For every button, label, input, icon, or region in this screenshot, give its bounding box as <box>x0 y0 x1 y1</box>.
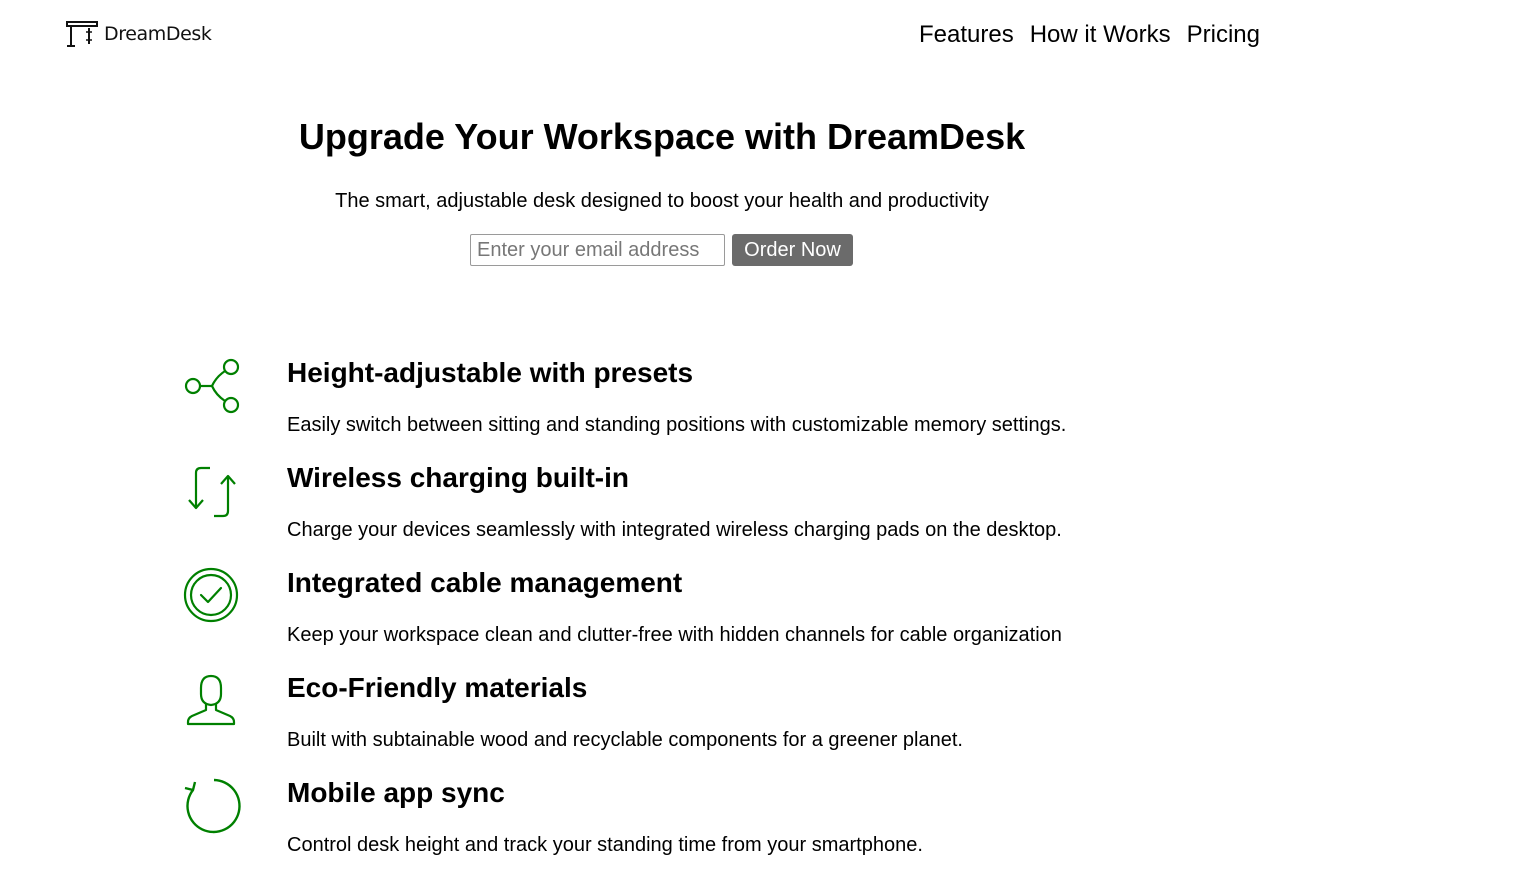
sync-arrows-icon <box>188 466 236 518</box>
nav-link-features[interactable]: Features <box>919 21 1014 49</box>
nav-link-pricing[interactable]: Pricing <box>1187 21 1260 49</box>
feature-description: Easily switch between sitting and standi… <box>287 414 1067 436</box>
site-header: DreamDesk Features How it Works Pricing <box>0 0 1516 70</box>
user-icon <box>186 674 236 726</box>
feature-title: Mobile app sync <box>287 777 505 808</box>
email-input[interactable] <box>470 234 725 266</box>
feature-item: Integrated cable management Keep your wo… <box>0 567 1300 672</box>
desk-logo-icon <box>66 21 98 47</box>
refresh-icon <box>184 778 241 834</box>
check-circle-icon <box>183 567 239 623</box>
share-icon <box>184 358 240 414</box>
hero-subtitle: The smart, adjustable desk designed to b… <box>335 190 989 212</box>
brand-name: DreamDesk <box>104 22 212 45</box>
feature-title: Wireless charging built-in <box>287 462 630 493</box>
feature-description: Keep your workspace clean and clutter-fr… <box>287 624 1062 646</box>
feature-description: Charge your devices seamlessly with inte… <box>287 519 1062 541</box>
nav-link-how-it-works[interactable]: How it Works <box>1030 21 1171 49</box>
feature-item: Height-adjustable with presets Easily sw… <box>0 357 1300 462</box>
signup-form: Order Now <box>470 234 853 266</box>
brand-logo[interactable]: DreamDesk <box>65 20 212 48</box>
hero-title: Upgrade Your Workspace with DreamDesk <box>298 116 1026 157</box>
feature-item: Mobile app sync Control desk height and … <box>0 777 1300 882</box>
feature-item: Wireless charging built-in Charge your d… <box>0 462 1300 567</box>
order-now-button[interactable]: Order Now <box>732 234 853 266</box>
feature-title: Eco-Friendly materials <box>287 672 588 703</box>
feature-description: Control desk height and track your stand… <box>287 834 923 856</box>
feature-description: Built with subtainable wood and recyclab… <box>287 729 963 751</box>
feature-item: Eco-Friendly materials Built with subtai… <box>0 672 1300 777</box>
main-nav: Features How it Works Pricing <box>919 21 1276 49</box>
feature-title: Height-adjustable with presets <box>287 357 694 388</box>
feature-title: Integrated cable management <box>287 567 683 598</box>
